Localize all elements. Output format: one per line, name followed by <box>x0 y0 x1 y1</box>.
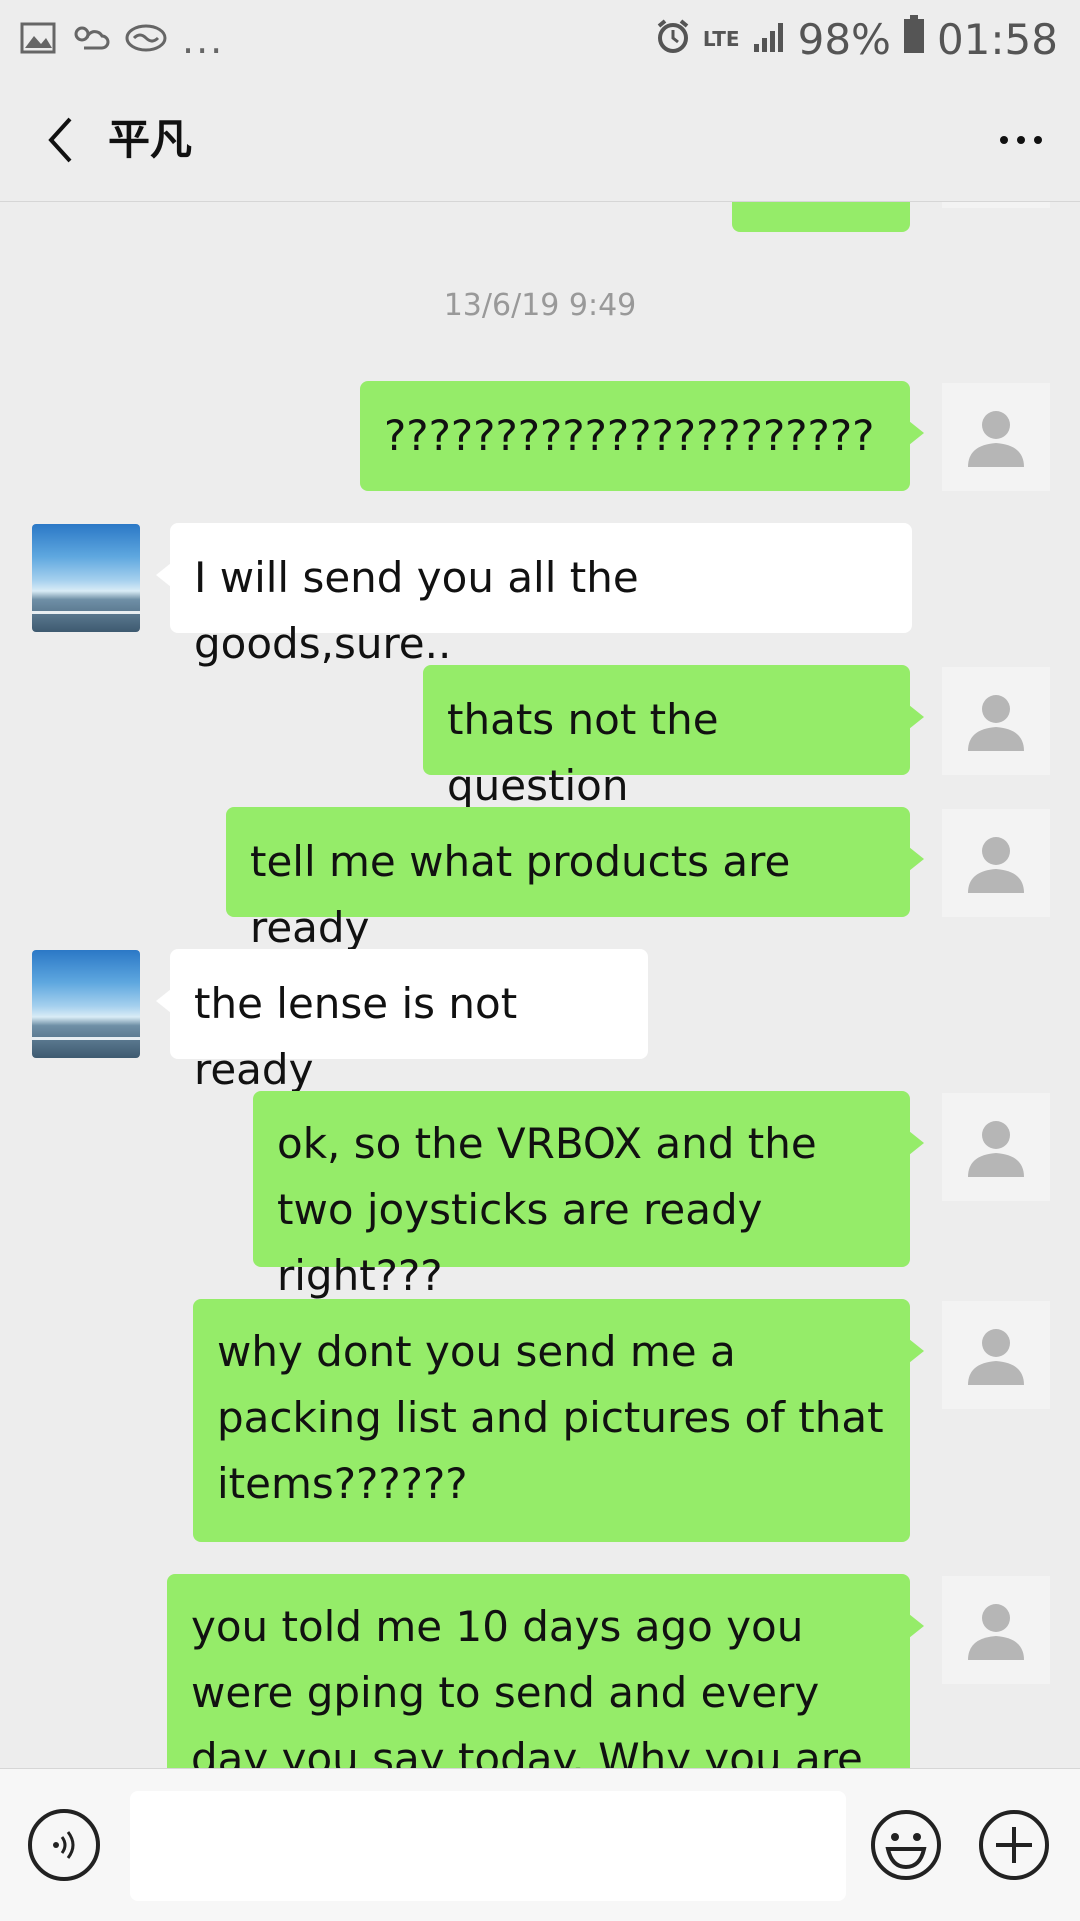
network-type-label: LTE <box>702 27 740 51</box>
message-bubble-out[interactable]: tell me what products are ready <box>226 807 924 952</box>
message-bubble-in[interactable]: I will send you all the goods,sure.. <box>156 523 912 668</box>
emoji-button[interactable] <box>870 1809 942 1881</box>
my-avatar[interactable] <box>942 1301 1050 1409</box>
battery-percent: 98% <box>797 14 891 64</box>
alarm-icon <box>655 15 691 64</box>
person-icon <box>968 1121 1024 1177</box>
chat-header: 平凡 <box>0 80 1080 202</box>
person-icon <box>968 1329 1024 1385</box>
plus-icon <box>979 1810 1049 1880</box>
clock: 01:58 <box>936 14 1058 64</box>
signal-icon <box>752 15 786 64</box>
my-avatar[interactable] <box>942 1576 1050 1684</box>
message-bubble-out[interactable]: ?????????????????????? <box>360 381 924 491</box>
contact-avatar[interactable] <box>32 950 140 1058</box>
contact-avatar[interactable] <box>32 524 140 632</box>
message-bubble-out[interactable]: you told me 10 days ago you were gping t… <box>167 1574 924 1768</box>
weather-icon <box>70 22 110 58</box>
message-bubble-out[interactable]: ok, so the VRBOX and the two joysticks a… <box>253 1091 924 1300</box>
message-bubble-in[interactable]: the lense is not ready <box>156 949 648 1094</box>
emoji-icon <box>871 1810 941 1880</box>
system-icons: LTE 98% 01:58 <box>655 14 1058 64</box>
message-list[interactable]: 13/6/19 9:49 ?????????????????????? I wi… <box>0 202 1080 1768</box>
my-avatar[interactable] <box>942 667 1050 775</box>
status-bar: ... LTE 98% 01:58 <box>0 0 1080 80</box>
person-icon <box>968 1604 1024 1660</box>
person-icon <box>968 695 1024 751</box>
gallery-icon <box>20 22 56 58</box>
message-input[interactable] <box>130 1791 846 1901</box>
voice-input-button[interactable] <box>28 1809 100 1881</box>
previous-avatar[interactable] <box>942 202 1050 208</box>
back-button[interactable] <box>30 110 90 170</box>
previous-message-bubble[interactable] <box>732 202 910 232</box>
my-avatar[interactable] <box>942 1093 1050 1201</box>
input-bar <box>0 1768 1080 1921</box>
message-bubble-out[interactable]: thats not the question <box>423 665 924 810</box>
person-icon <box>968 837 1024 893</box>
notification-icons: ... <box>20 18 224 62</box>
chevron-left-icon <box>48 117 72 163</box>
message-timestamp: 13/6/19 9:49 <box>443 288 637 323</box>
person-icon <box>968 411 1024 467</box>
my-avatar[interactable] <box>942 809 1050 917</box>
handshake-icon <box>124 22 168 58</box>
battery-icon <box>903 14 925 64</box>
more-functions-button[interactable] <box>978 1809 1050 1881</box>
my-avatar[interactable] <box>942 383 1050 491</box>
voice-icon <box>53 1831 75 1859</box>
contact-name: 平凡 <box>108 115 193 164</box>
more-notifications: ... <box>182 18 225 62</box>
message-bubble-out[interactable]: why dont you send me a packing list and … <box>193 1299 924 1542</box>
more-options-button[interactable] <box>986 110 1056 170</box>
